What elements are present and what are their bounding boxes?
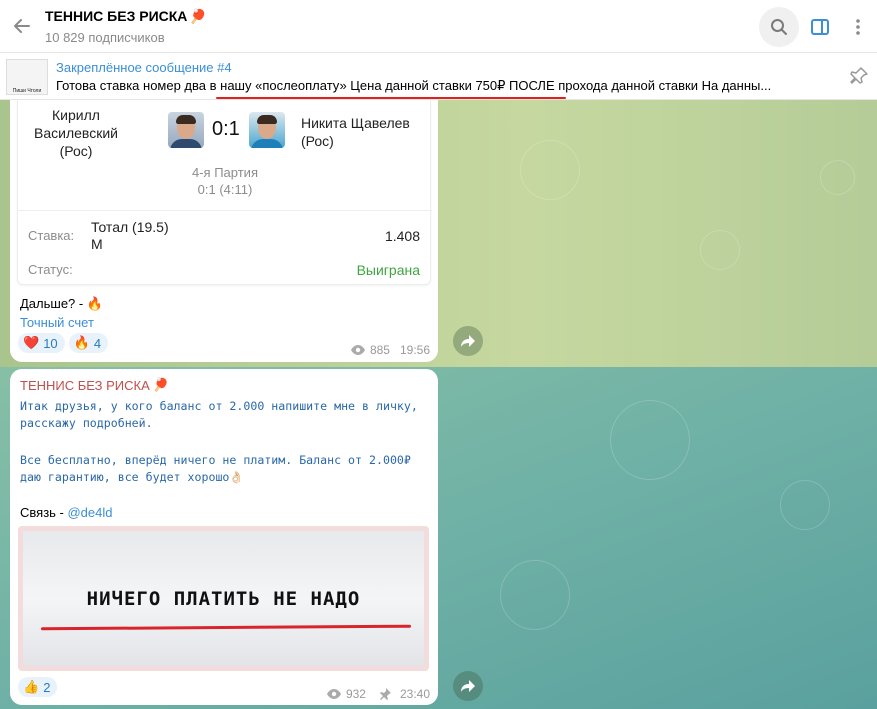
wallpaper-doodle [520,140,580,200]
reaction-count: 10 [43,335,58,351]
sender-name-text: ТЕННИС БЕЗ РИСКА [20,377,150,393]
search-button[interactable] [759,6,799,47]
match-score: 0:1 [212,118,240,140]
view-count: 932 [345,687,366,701]
pin-icon [850,67,868,84]
back-button[interactable] [2,0,42,53]
eye-icon [326,689,341,699]
chat-header: ТЕННИС БЕЗ РИСКА 🏓 10 829 подписчиков [0,0,877,53]
chat-info[interactable]: ТЕННИС БЕЗ РИСКА 🏓 10 829 подписчиков [45,8,207,45]
bet-odds: 1.408 [384,228,420,244]
sidebar-toggle-button[interactable] [801,7,839,47]
wallpaper-doodle [780,480,830,530]
image-content: НИЧЕГО ПЛАТИТЬ НЕ НАДО [23,531,424,666]
chat-title: ТЕННИС БЕЗ РИСКА 🏓 [45,8,207,25]
unpin-button[interactable] [849,66,869,89]
player-left-avatar [168,112,204,148]
pinned-thumb-text: Пиши Чтоли [12,87,42,94]
message-line: даю гарантию, все будет хорошо👌🏻 [20,470,244,484]
reaction-heart[interactable]: ❤️ 10 [18,333,65,353]
message-time: 23:40 [399,687,430,701]
pinned-text: Готова ставка номер два в нашу «послеопл… [56,77,772,93]
search-icon [771,18,787,35]
wallpaper-doodle [500,560,570,630]
wallpaper-doodle [820,160,855,195]
reaction-fire[interactable]: 🔥 4 [68,333,109,353]
reactions: ❤️ 10 🔥 4 [18,333,109,353]
view-count: 885 [369,343,390,357]
forward-arrow-icon [461,335,475,347]
status-value: Выиграна [356,262,420,278]
message-meta: 932 23:40 [326,687,430,701]
message-bubble[interactable]: ТЕННИС БЕЗ РИСКА 🏓 Итак друзья, у кого б… [10,369,438,705]
pinned-title: Закреплённое сообщение #4 [56,59,232,75]
more-vertical-icon [856,18,860,35]
contact-line: Связь - @de4ld [20,505,113,520]
divider [18,210,432,211]
forward-button[interactable] [453,326,483,356]
message-text: Дальше? - 🔥 [20,296,104,311]
exact-score-link[interactable]: Точный счет [20,315,94,330]
forward-arrow-icon [461,680,475,692]
status-label: Статус: [28,262,73,277]
wallpaper-doodle [610,400,690,480]
image-attachment[interactable]: НИЧЕГО ПЛАТИТЬ НЕ НАДО [18,526,429,671]
player-right-name: Никита Щавелев (Рос) [301,115,410,149]
thumbs-up-icon: 👍 [23,679,40,694]
ping-pong-icon: 🏓 [189,7,207,24]
subscriber-count: 10 829 подписчиков [45,29,165,45]
bet-label: Ставка: [28,228,75,243]
more-button[interactable] [839,7,877,47]
forward-button[interactable] [453,671,483,701]
ping-pong-icon: 🏓 [152,377,169,392]
contact-link[interactable]: @de4ld [67,505,112,520]
red-underline-mark [216,97,566,99]
chat-title-text: ТЕННИС БЕЗ РИСКА [45,8,188,24]
reaction-count: 2 [43,679,51,695]
reaction-thumbs-up[interactable]: 👍 2 [18,677,58,697]
arrow-left-icon [14,19,30,33]
set-label: 4-я Партия [192,165,258,180]
set-info: 4-я Партия 0:1 (4:11) [138,164,312,198]
bet-name: Тотал (19.5) М [91,219,169,252]
player-left-name: Кирилл Василевский (Рос) [34,107,118,159]
pinned-thumbnail: Пиши Чтоли [6,58,48,95]
match-card: Кирилл Василевский (Рос) 0:1 Никита Щаве… [17,100,432,285]
player-right-avatar [249,112,285,148]
sidebar-icon [811,18,829,35]
message-meta: 885 19:56 [350,343,430,357]
heart-icon: ❤️ [23,335,40,350]
message-line: расскажу подробней. [20,416,153,430]
message-bubble[interactable]: Кирилл Василевский (Рос) 0:1 Никита Щаве… [10,100,438,362]
eye-icon [350,345,365,355]
banner-underline [40,624,412,631]
wallpaper-doodle [700,230,740,270]
fire-icon: 🔥 [73,335,90,350]
pin-icon [379,688,391,700]
reaction-count: 4 [93,335,102,351]
contact-label: Связь - [20,505,68,520]
banner-text: НИЧЕГО ПЛАТИТЬ НЕ НАДО [86,588,361,610]
set-score: 0:1 (4:11) [197,182,253,197]
sender-name[interactable]: ТЕННИС БЕЗ РИСКА 🏓 [20,377,169,393]
message-time: 19:56 [399,343,430,357]
pinned-message-bar[interactable]: Пиши Чтоли Закреплённое сообщение #4 Гот… [0,54,877,100]
reactions: 👍 2 [18,677,58,697]
